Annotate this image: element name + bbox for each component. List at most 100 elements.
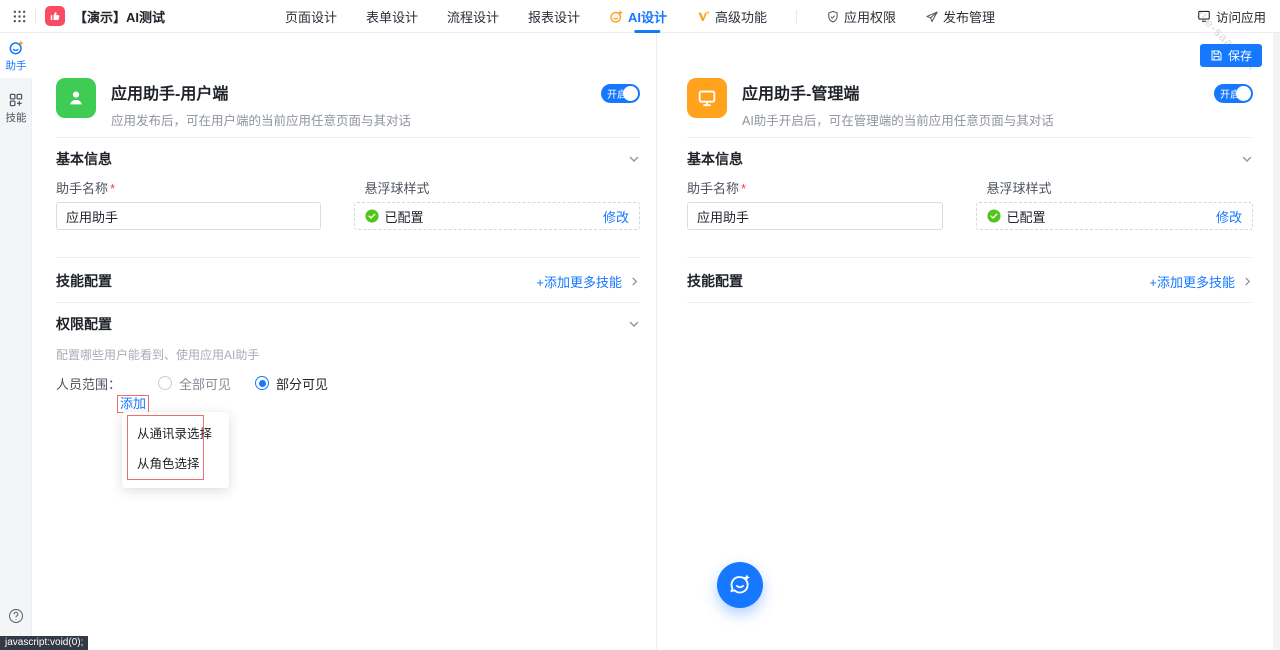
admin-panel-titles: 应用助手-管理端 AI助手开启后，可在管理端的当前应用任意页面与其对话: [742, 78, 1054, 120]
app-grid-icon[interactable]: [13, 10, 26, 23]
sidebar-item-assistant[interactable]: 助手: [0, 33, 32, 78]
user-field-labels: 助手名称* 悬浮球样式: [56, 178, 640, 197]
add-more-skills[interactable]: +添加更多技能: [1149, 272, 1253, 291]
assistant-name-input[interactable]: [687, 202, 943, 230]
section-divider: [56, 302, 640, 303]
sidebar-item-label: 技能: [6, 110, 27, 125]
add-member-button[interactable]: 添加: [117, 395, 149, 413]
top-navbar: 【演示】AI测试 页面设计 表单设计 流程设计 报表设计 AI设计: [0, 0, 1280, 33]
radio-unchecked-icon[interactable]: [158, 376, 172, 390]
toggle-knob: [1236, 86, 1251, 101]
tab-publish-management[interactable]: 发布管理: [925, 0, 995, 33]
chevron-right-icon: [1242, 276, 1253, 287]
ai-smiley-icon: [609, 9, 624, 24]
modify-link[interactable]: 修改: [1216, 207, 1242, 226]
toggle-knob: [623, 86, 638, 101]
radio-partial-visible[interactable]: 部分可见: [255, 374, 328, 393]
admin-panel-header: 应用助手-管理端 AI助手开启后，可在管理端的当前应用任意页面与其对话 开启: [687, 78, 1253, 120]
check-circle-icon: [987, 209, 1001, 223]
sidebar-item-skills[interactable]: 技能: [0, 86, 32, 130]
ai-assistant-float-button[interactable]: [717, 562, 763, 608]
section-divider: [687, 137, 1253, 138]
permission-description: 配置哪些用户能看到、使用应用AI助手: [56, 346, 640, 363]
admin-field-labels: 助手名称* 悬浮球样式: [687, 178, 1253, 197]
section-divider: [56, 257, 640, 258]
add-more-skills[interactable]: +添加更多技能: [536, 272, 640, 291]
admin-fields: 已配置 修改: [687, 202, 1253, 230]
panel-title: 应用助手-管理端: [742, 80, 1054, 104]
menu-item-from-contacts[interactable]: 从通讯录选择: [128, 418, 203, 447]
panel-title: 应用助手-用户端: [111, 80, 411, 104]
app-logo-thumbsup-icon: [45, 6, 65, 26]
tab-page-design[interactable]: 页面设计: [285, 0, 337, 33]
add-member-wrapper: 添加 从通讯录选择 从角色选择: [117, 395, 237, 413]
save-floppy-icon: [1210, 49, 1223, 62]
left-sidebar: 助手 技能: [0, 33, 32, 650]
radio-all-visible[interactable]: 全部可见: [158, 374, 231, 393]
help-button[interactable]: [0, 608, 32, 624]
user-panel-header: 应用助手-用户端 应用发布后，可在用户端的当前应用任意页面与其对话 开启: [56, 78, 640, 120]
modify-link[interactable]: 修改: [603, 207, 629, 226]
scope-label: 人员范围：: [56, 374, 121, 393]
admin-skills-header: 技能配置 +添加更多技能: [687, 272, 1253, 290]
add-member-dropdown: 从通讯录选择 从角色选择: [122, 412, 229, 488]
section-divider: [687, 257, 1253, 258]
radio-checked-icon[interactable]: [255, 376, 269, 390]
v-sparkle-icon: [696, 9, 711, 24]
navbar-separator: [796, 10, 797, 24]
scope-row: 人员范围： 全部可见 部分可见: [56, 375, 640, 391]
app-title: 【演示】AI测试: [74, 7, 165, 26]
admin-monitor-icon: [687, 78, 727, 118]
tab-advanced-features[interactable]: 高级功能: [696, 0, 767, 33]
dropdown-annotation-box: 从通讯录选择 从角色选择: [127, 415, 204, 480]
sidebar-item-label: 助手: [6, 58, 27, 73]
tab-ai-design[interactable]: AI设计: [609, 0, 667, 33]
tab-app-permissions[interactable]: 应用权限: [826, 0, 896, 33]
assistant-name-label: 助手名称*: [687, 178, 954, 197]
chevron-right-icon: [629, 276, 640, 287]
shield-check-icon: [826, 10, 840, 24]
user-enable-toggle[interactable]: 开启: [601, 84, 640, 103]
monitor-small-icon: [1197, 9, 1211, 23]
tab-report-design[interactable]: 报表设计: [528, 0, 580, 33]
navbar-left: 【演示】AI测试: [0, 6, 165, 26]
check-circle-icon: [365, 209, 379, 223]
user-permission-header: 权限配置: [56, 316, 640, 332]
menu-item-from-roles[interactable]: 从角色选择: [128, 448, 203, 477]
panel-assistant-admin: 应用助手-管理端 AI助手开启后，可在管理端的当前应用任意页面与其对话 开启 基…: [687, 33, 1253, 303]
chevron-down-icon[interactable]: [628, 153, 640, 165]
panel-description: AI助手开启后，可在管理端的当前应用任意页面与其对话: [742, 110, 1054, 129]
float-ball-configured-box: 已配置 修改: [976, 202, 1254, 230]
float-ball-configured-box: 已配置 修改: [354, 202, 641, 230]
section-divider: [56, 137, 640, 138]
float-ball-style-label: 悬浮球样式: [365, 178, 641, 197]
user-basic-info-header: 基本信息: [56, 151, 640, 167]
access-app-button[interactable]: 访问应用: [1197, 7, 1280, 26]
scrollbar[interactable]: [1273, 33, 1280, 650]
paper-plane-icon: [925, 10, 939, 24]
chevron-down-icon[interactable]: [628, 318, 640, 330]
navbar-tabs: 页面设计 表单设计 流程设计 报表设计 AI设计 高级功能: [285, 0, 995, 33]
chevron-down-icon[interactable]: [1241, 153, 1253, 165]
float-ball-style-label: 悬浮球样式: [987, 178, 1254, 197]
assistant-name-label: 助手名称*: [56, 178, 332, 197]
admin-basic-info-header: 基本信息: [687, 151, 1253, 167]
main-content: 保存 应用助手-用户端 应用发布后，可在用户端的当前应用任意页面与其对话 开启 …: [32, 33, 1280, 650]
skills-grid-plus-icon: [8, 92, 24, 108]
user-person-icon: [56, 78, 96, 118]
panel-divider: [656, 33, 657, 650]
user-fields: 已配置 修改: [56, 202, 640, 230]
tab-form-design[interactable]: 表单设计: [366, 0, 418, 33]
browser-status-text: javascript:void(0);: [0, 636, 88, 650]
admin-enable-toggle[interactable]: 开启: [1214, 84, 1253, 103]
navbar-separator: [35, 9, 36, 23]
assistant-name-input[interactable]: [56, 202, 321, 230]
tab-flow-design[interactable]: 流程设计: [447, 0, 499, 33]
assistant-smiley-icon: [8, 39, 25, 56]
save-button[interactable]: 保存: [1200, 44, 1262, 67]
panel-description: 应用发布后，可在用户端的当前应用任意页面与其对话: [111, 110, 411, 129]
panel-assistant-user: 应用助手-用户端 应用发布后，可在用户端的当前应用任意页面与其对话 开启 基本信…: [56, 33, 640, 413]
user-panel-titles: 应用助手-用户端 应用发布后，可在用户端的当前应用任意页面与其对话: [111, 78, 411, 120]
section-divider: [687, 302, 1253, 303]
user-skills-header: 技能配置 +添加更多技能: [56, 272, 640, 290]
